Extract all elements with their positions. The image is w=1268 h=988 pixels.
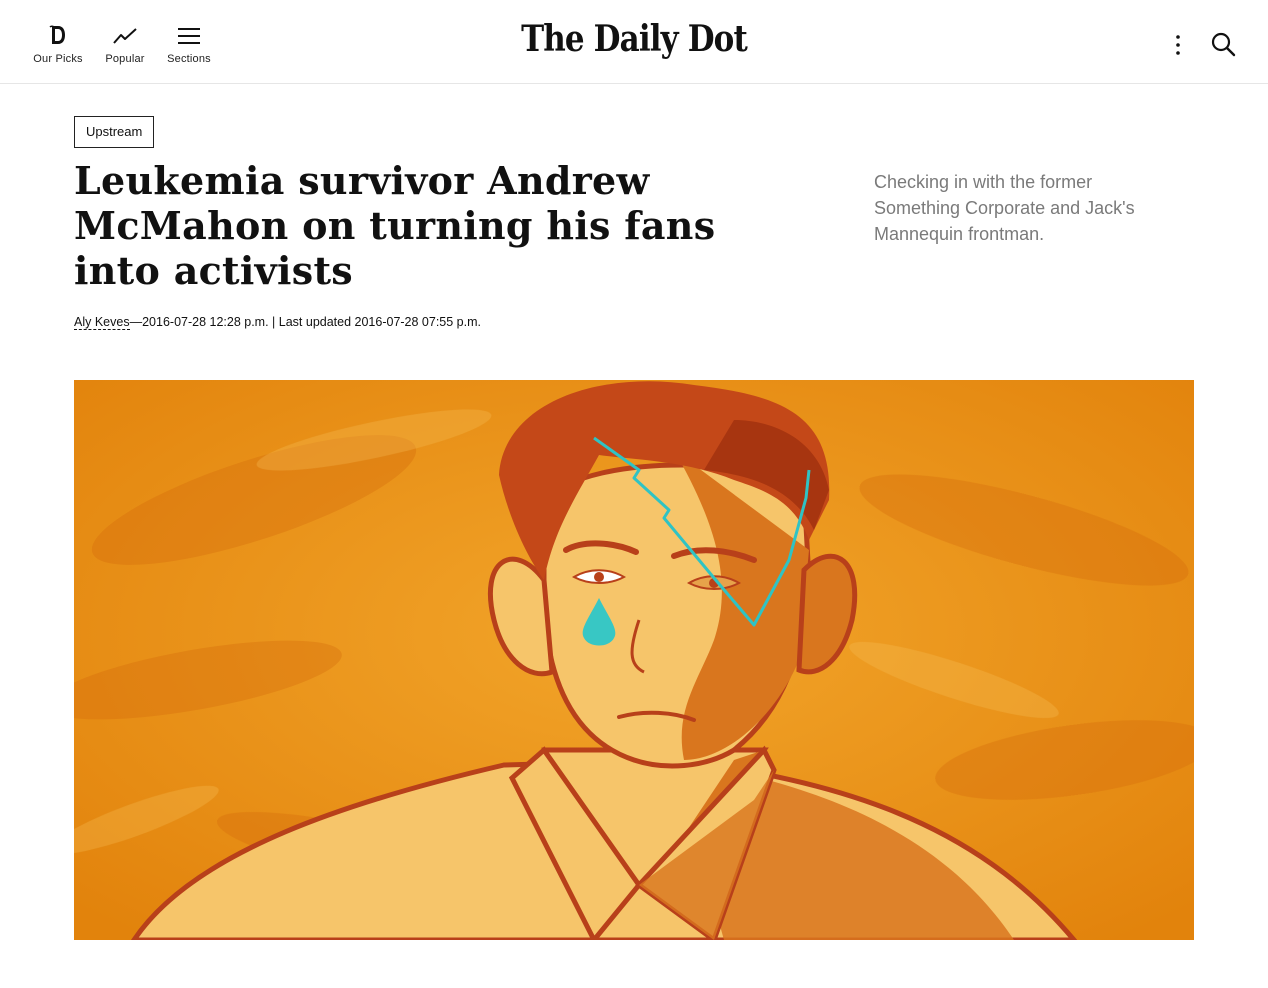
nav-our-picks-label: Our Picks: [33, 53, 83, 65]
site-header: Our Picks Popular Sections The Daily Dot: [0, 0, 1268, 84]
illustration-man-teardrop: [74, 380, 1194, 940]
nav-our-picks[interactable]: Our Picks: [32, 20, 84, 65]
more-vertical-icon: [1168, 35, 1188, 64]
article-byline: Aly Keves—2016-07-28 12:28 p.m. | Last u…: [74, 315, 481, 330]
site-logo[interactable]: The Daily Dot: [89, 18, 1179, 60]
article-dek: Checking in with the former Something Co…: [874, 172, 1135, 244]
hero-illustration: [74, 380, 1194, 940]
article-dateline: —2016-07-28 12:28 p.m. | Last updated 20…: [129, 315, 481, 329]
author-link[interactable]: Aly Keves: [74, 315, 130, 330]
daily-dot-d-icon: [49, 20, 67, 46]
article-headline: Leukemia survivor Andrew McMahon on turn…: [74, 158, 716, 293]
search-icon: [1208, 32, 1240, 64]
more-options-button[interactable]: [1168, 30, 1188, 60]
section-tag-link[interactable]: Upstream: [74, 116, 155, 148]
search-button[interactable]: [1208, 28, 1240, 60]
